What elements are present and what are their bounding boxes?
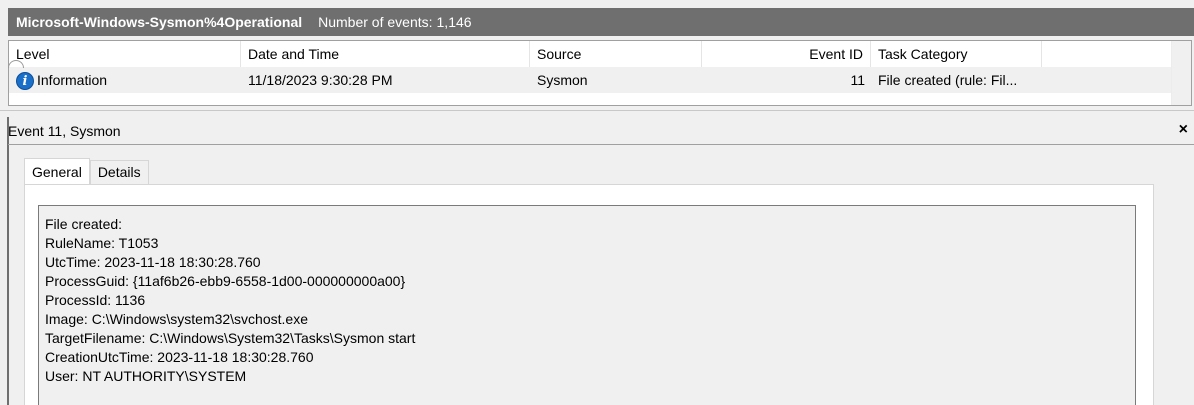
column-header-level[interactable]: Level	[9, 41, 241, 67]
description-line: User: NT AUTHORITY\SYSTEM	[45, 368, 247, 384]
log-name: Microsoft-Windows-Sysmon%4Operational	[16, 14, 303, 30]
info-icon: i	[16, 72, 34, 91]
pane-splitter[interactable]	[0, 110, 1194, 116]
grid-scrollbar[interactable]	[1171, 41, 1191, 105]
event-count-label: Number of events:	[318, 14, 433, 30]
description-line: File created:	[45, 216, 123, 232]
column-header-task-category[interactable]: Task Category	[871, 41, 1042, 67]
column-header-event-id[interactable]: Event ID	[702, 41, 871, 67]
cell-date-time: 11/18/2023 9:30:28 PM	[248, 72, 393, 88]
detail-tabs: General Details	[24, 158, 149, 185]
general-tab-panel: File created: RuleName: T1053 UtcTime: 2…	[24, 184, 1154, 405]
detail-pane-border	[7, 117, 9, 405]
description-line: CreationUtcTime: 2023-11-18 18:30:28.760	[45, 349, 314, 365]
description-line: ProcessGuid: {11af6b26-ebb9-6558-1d00-00…	[45, 273, 406, 289]
description-line: ProcessId: 1136	[45, 292, 146, 308]
detail-title: Event 11, Sysmon	[8, 122, 121, 139]
tab-details[interactable]: Details	[89, 160, 149, 184]
cell-source: Sysmon	[537, 72, 588, 88]
table-row[interactable]: i Information 11/18/2023 9:30:28 PM Sysmo…	[9, 67, 1191, 93]
event-count-value: 1,146	[436, 14, 472, 30]
event-description-textbox[interactable]: File created: RuleName: T1053 UtcTime: 2…	[38, 205, 1136, 405]
cell-level-text: Information	[37, 72, 108, 88]
description-line: TargetFilename: C:\Windows\System32\Task…	[45, 330, 416, 346]
log-title-bar: Microsoft-Windows-Sysmon%4Operational Nu…	[8, 8, 1194, 36]
cell-level: i Information	[9, 67, 241, 93]
close-icon[interactable]: ×	[1179, 121, 1188, 139]
column-header-date-time[interactable]: Date and Time	[241, 41, 530, 67]
column-header-source[interactable]: Source	[530, 41, 702, 67]
tab-general[interactable]: General	[24, 158, 90, 185]
event-list-grid[interactable]: Level Date and Time Source Event ID Task…	[8, 40, 1192, 106]
detail-pane-header: Event 11, Sysmon ×	[8, 117, 1194, 145]
description-line: RuleName: T1053	[45, 235, 159, 251]
grid-header: Level Date and Time Source Event ID Task…	[9, 41, 1191, 67]
description-line: UtcTime: 2023-11-18 18:30:28.760	[45, 254, 261, 270]
description-line: Image: C:\Windows\system32\svchost.exe	[45, 311, 308, 327]
cell-event-id: 11	[850, 72, 865, 88]
cell-task-category: File created (rule: Fil...	[878, 72, 1018, 88]
